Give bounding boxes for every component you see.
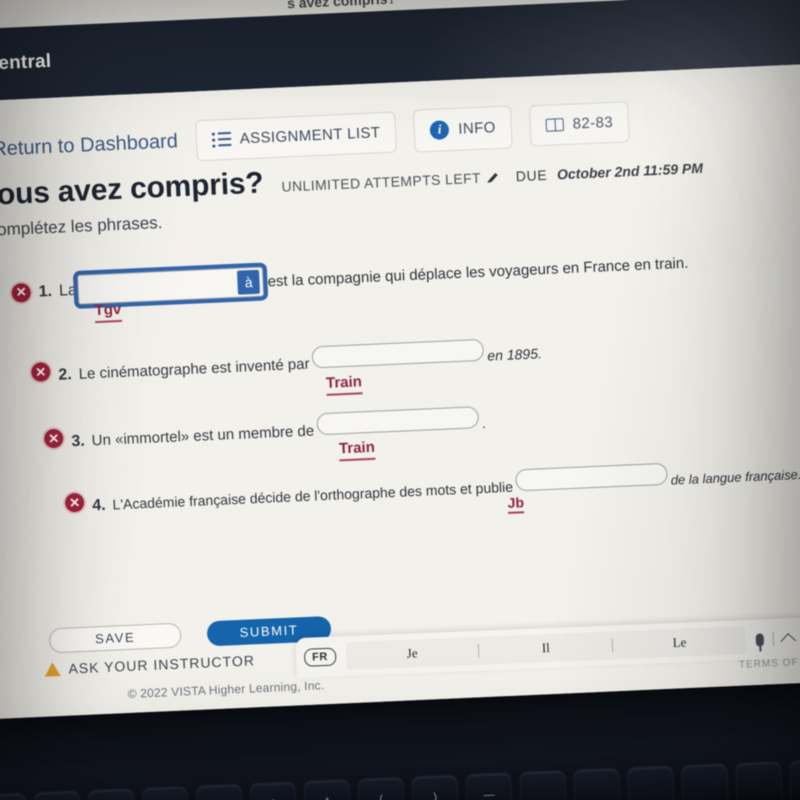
answer-input[interactable] <box>316 406 480 436</box>
pages-label: 82-83 <box>572 113 614 133</box>
question-text-before: Un «immortel» est un membre de <box>91 422 315 450</box>
info-button[interactable]: i INFO <box>413 104 513 153</box>
student-answer: Jb <box>507 494 525 515</box>
question-number: 4. <box>91 496 106 515</box>
physical-key[interactable]: & <box>250 783 297 800</box>
keyboard-bar-actions <box>755 631 797 649</box>
save-button[interactable]: SAVE <box>48 622 182 654</box>
accent-a-grave-button[interactable]: à <box>237 269 261 295</box>
assignment-panel: Return to Dashboard ASSIGNMENT LIST i IN… <box>0 62 800 720</box>
answer-input[interactable] <box>311 338 485 369</box>
chevron-up-icon[interactable] <box>780 632 797 649</box>
suggestion-item[interactable]: Le <box>613 632 746 653</box>
question-text-after: . <box>481 414 487 431</box>
question-number: 2. <box>58 366 73 384</box>
question-text-after: est la compagnie qui déplace les voyageu… <box>267 254 689 291</box>
physical-key[interactable]: £ <box>88 790 135 800</box>
physical-key[interactable]: ^ <box>196 785 243 800</box>
physical-key[interactable]: " <box>34 792 81 800</box>
physical-key[interactable] <box>0 794 27 800</box>
question-list: ✕ 1. La à est la compagnie qui déplace l… <box>0 233 800 523</box>
book-icon <box>545 117 564 132</box>
warning-triangle-icon <box>44 661 61 677</box>
student-answer: Tgv <box>94 301 122 323</box>
answer-input[interactable] <box>515 462 668 492</box>
due-label: DUE <box>515 166 548 185</box>
question-text-before: La <box>58 281 78 300</box>
language-chip-fr[interactable]: FR <box>303 647 337 667</box>
question-number: 1. <box>38 282 53 301</box>
status-badge-incorrect: ✕ <box>64 492 85 513</box>
physical-key[interactable] <box>574 769 620 800</box>
attempts-status: UNLIMITED ATTEMPTS LEFT <box>281 169 498 200</box>
due-status: DUE October 2nd 11:59 PM <box>515 160 703 189</box>
microphone-icon[interactable] <box>755 632 765 647</box>
photo-scene: " £ % ^ & * ( ) — s avez compris? L Cent… <box>0 0 800 800</box>
list-icon <box>211 131 231 147</box>
copyright-text: © 2022 VISTA Higher Learning, Inc. <box>127 678 325 701</box>
question-text-before: Le cinématographe est inventé par <box>78 355 310 383</box>
physical-key[interactable] <box>682 765 728 800</box>
answer-input-active[interactable]: à <box>77 266 265 305</box>
brand-name: L Central <box>0 50 52 76</box>
return-to-dashboard-label: Return to Dashboard <box>0 129 179 160</box>
question-text-after: en 1895. <box>486 345 543 364</box>
status-badge-incorrect: ✕ <box>11 282 32 303</box>
keyboard-row: " £ % ^ & * ( ) — <box>0 760 800 800</box>
laptop-screen: s avez compris? L Central Return to Dash… <box>0 0 800 720</box>
action-divider <box>772 631 775 647</box>
info-label: INFO <box>457 118 497 138</box>
due-date: October 2nd 11:59 PM <box>556 159 704 183</box>
ask-instructor-label: ASK YOUR INSTRUCTOR <box>68 652 256 677</box>
question-text-after: de la langue française. <box>670 466 800 488</box>
student-answer: Train <box>339 439 376 461</box>
assignment-list-button[interactable]: ASSIGNMENT LIST <box>194 111 398 161</box>
instructions-text: Complétez les phrases. <box>0 213 163 240</box>
physical-key[interactable] <box>520 771 566 800</box>
physical-key[interactable] <box>628 767 674 800</box>
physical-key[interactable] <box>736 762 782 800</box>
attempts-label: UNLIMITED ATTEMPTS LEFT <box>281 169 482 195</box>
physical-key[interactable]: % <box>142 787 189 800</box>
info-icon: i <box>429 119 450 140</box>
suggestion-item[interactable]: Il <box>479 637 612 658</box>
status-badge-incorrect: ✕ <box>43 428 64 449</box>
question-text-before: L'Académie française décide de l'orthogr… <box>112 478 514 513</box>
return-to-dashboard-link[interactable]: Return to Dashboard <box>0 130 178 162</box>
question-row: ✕ 4. L'Académie française décide de l'or… <box>0 454 800 520</box>
physical-key[interactable] <box>790 760 800 800</box>
question-row: ✕ 2. Le cinématographe est inventé par e… <box>0 322 800 388</box>
physical-key[interactable]: — <box>466 774 512 800</box>
status-badge-incorrect: ✕ <box>30 362 51 382</box>
question-row: ✕ 3. Un «immortel» est un membre de . <box>0 389 800 455</box>
pages-button[interactable]: 82-83 <box>528 100 630 147</box>
physical-key[interactable]: ( <box>358 778 405 800</box>
physical-key[interactable]: * <box>304 781 351 800</box>
student-answer: Train <box>326 373 363 396</box>
physical-key[interactable]: ) <box>412 776 458 800</box>
question-number: 3. <box>71 432 86 451</box>
suggestion-item[interactable]: Je <box>346 643 479 664</box>
question-row: ✕ 1. La à est la compagnie qui déplace l… <box>0 240 800 309</box>
pencil-icon <box>487 172 498 183</box>
ask-instructor-link[interactable]: ASK YOUR INSTRUCTOR <box>44 652 255 677</box>
assignment-list-label: ASSIGNMENT LIST <box>239 123 381 147</box>
